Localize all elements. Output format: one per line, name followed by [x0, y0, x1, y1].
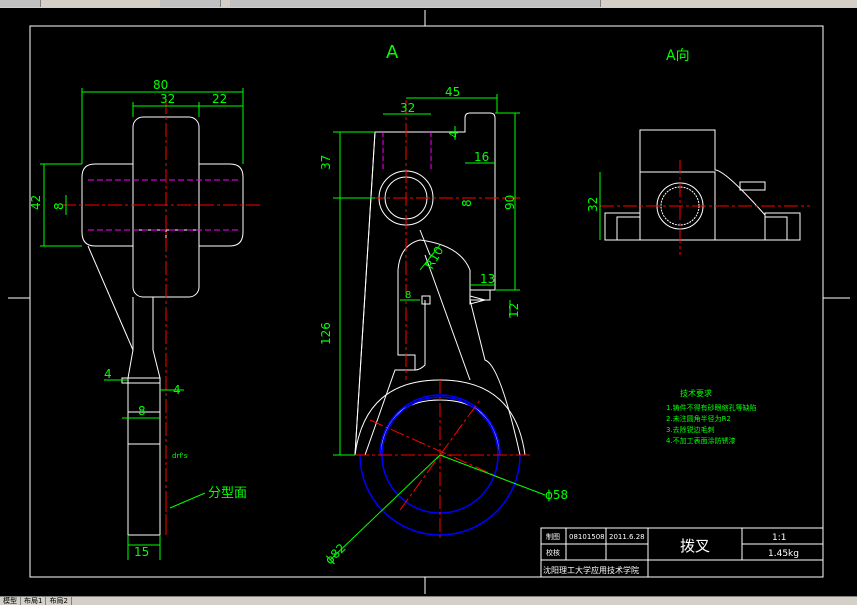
dim-12: 12 — [507, 303, 521, 318]
tech-requirements: 技术要求 1.铸件不得有砂眼缩孔等缺陷 2.未注圆角半径为R2 3.去除锐边毛刺… — [666, 388, 757, 445]
dim-8: 8 — [52, 202, 66, 210]
dim-8-slot: 8 — [405, 290, 411, 301]
dim-80: 80 — [153, 78, 168, 92]
dim-4-mid: 4 — [447, 130, 461, 138]
dim-phi82: ϕ82 — [322, 541, 348, 567]
title-block: 制图 08101508 2011.6.28 校核 拨叉 1:1 1.45kg 沈… — [540, 527, 824, 578]
tech-req-item: 2.未注圆角半径为R2 — [666, 414, 731, 423]
title-drawn-id: 08101508 — [569, 533, 605, 541]
dim-126: 126 — [319, 322, 333, 345]
side-view: A向 32 — [586, 48, 810, 255]
dim-32-mid: 32 — [400, 101, 415, 115]
dim-4-left: 4 — [104, 367, 112, 381]
cad-drawing: 80 32 22 42 8 4 4 8 15 分型面 drf's A 45 32… — [8, 10, 850, 594]
tech-req-item: 1.铸件不得有砂眼缩孔等缺陷 — [666, 403, 757, 412]
small-note: drf's — [172, 452, 188, 460]
front-view: A 45 32 37 4 16 90 8 R10 13 12 8 126 ϕ58… — [319, 42, 568, 567]
title-drawn-label: 制图 — [546, 532, 560, 541]
dim-r10: R10 — [422, 244, 446, 271]
title-date: 2011.6.28 — [609, 533, 645, 541]
dim-phi58: ϕ58 — [545, 488, 568, 502]
view-label-a: A — [386, 42, 399, 63]
dim-45: 45 — [445, 85, 460, 99]
parting-face-label: 分型面 — [208, 486, 247, 501]
tech-req-title: 技术要求 — [680, 388, 712, 398]
dim-13: 13 — [480, 272, 495, 286]
tech-req-item: 4.不加工表面涂防锈漆 — [666, 436, 736, 445]
dim-16: 16 — [474, 150, 489, 164]
dim-22: 22 — [212, 92, 227, 106]
tech-req-item: 3.去除锐边毛刺 — [666, 425, 715, 434]
title-part-name: 拨叉 — [680, 537, 710, 555]
dim-8-mid: 8 — [460, 199, 474, 207]
dim-15: 15 — [134, 545, 149, 559]
title-weight: 1.45kg — [768, 549, 799, 559]
toolbar-combo[interactable] — [230, 0, 601, 7]
title-school: 沈阳理工大学应用技术学院 — [543, 565, 639, 575]
dim-32-side: 32 — [586, 197, 600, 212]
view-label-a-direction: A向 — [666, 48, 690, 64]
dim-8-web: 8 — [138, 404, 146, 418]
dim-42: 42 — [29, 195, 43, 210]
drawing-canvas[interactable]: 80 32 22 42 8 4 4 8 15 分型面 drf's A 45 32… — [0, 8, 857, 596]
toolbar-button[interactable] — [0, 0, 41, 7]
dim-37: 37 — [319, 155, 333, 170]
left-view: 80 32 22 42 8 4 4 8 15 分型面 drf's — [29, 78, 260, 560]
dim-32: 32 — [160, 92, 175, 106]
dim-90: 90 — [503, 195, 517, 210]
dim-4-right: 4 — [173, 383, 181, 397]
title-scale: 1:1 — [772, 533, 786, 543]
title-check-label: 校核 — [546, 548, 560, 557]
toolbar-button[interactable] — [160, 0, 221, 7]
